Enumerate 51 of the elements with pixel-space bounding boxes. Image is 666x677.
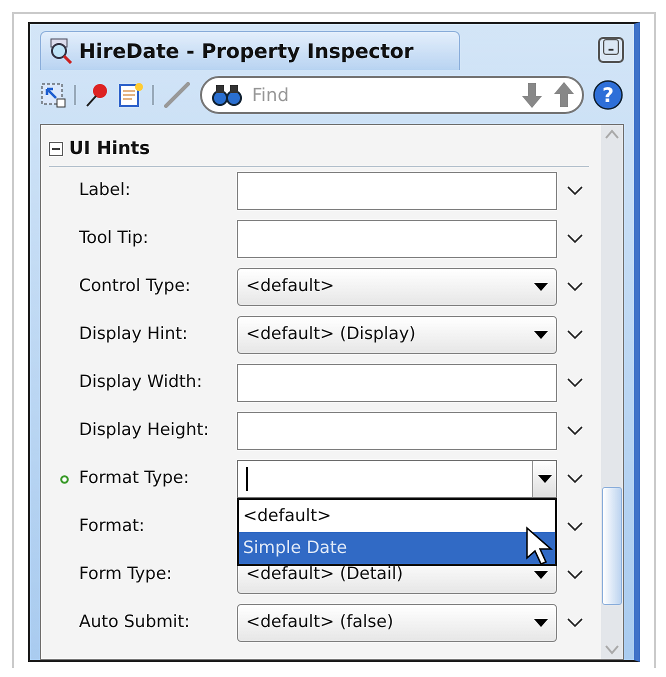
- window-title: HireDate - Property Inspector: [79, 38, 414, 64]
- help-icon[interactable]: ?: [592, 79, 624, 111]
- dropdown-field[interactable]: <default> (Display): [237, 316, 557, 354]
- chevron-down-icon[interactable]: [567, 474, 583, 484]
- dropdown-field[interactable]: <default> (false): [237, 604, 557, 642]
- dropdown-arrow-icon: [534, 331, 548, 339]
- modified-dot-icon: [60, 474, 68, 484]
- property-label: Format:: [79, 515, 146, 538]
- dropdown-arrow-icon: [534, 571, 548, 579]
- chevron-down-icon[interactable]: [567, 186, 583, 196]
- scrollbar-thumb[interactable]: [602, 487, 622, 605]
- property-label: Format Type:: [79, 467, 190, 490]
- chevron-down-icon[interactable]: [567, 330, 583, 340]
- property-label: Display Height:: [79, 419, 210, 442]
- find-field[interactable]: Find: [200, 76, 584, 114]
- edit-document-icon[interactable]: [118, 82, 144, 108]
- chevron-down-icon[interactable]: [567, 618, 583, 628]
- minimize-button[interactable]: [598, 37, 624, 63]
- property-label: Auto Submit:: [79, 611, 191, 634]
- property-label: Display Width:: [79, 371, 204, 394]
- text-field[interactable]: [237, 220, 557, 258]
- section-title: UI Hints: [69, 137, 150, 161]
- property-label: Display Hint:: [79, 323, 189, 346]
- property-label: Control Type:: [79, 275, 192, 298]
- dropdown-arrow-icon: [534, 283, 548, 291]
- dropdown-arrow-icon: [534, 619, 548, 627]
- property-label: Label:: [79, 179, 132, 202]
- chevron-down-icon[interactable]: [567, 426, 583, 436]
- binoculars-icon: [212, 83, 242, 107]
- chevron-down-icon[interactable]: [567, 282, 583, 292]
- dropdown-field[interactable]: <default>: [237, 268, 557, 306]
- combo-box[interactable]: [237, 460, 557, 498]
- chevron-down-icon[interactable]: [567, 234, 583, 244]
- arrow-up-icon[interactable]: [552, 81, 576, 109]
- arrow-down-icon[interactable]: [520, 81, 544, 109]
- text-field[interactable]: [237, 412, 557, 450]
- property-label: Form Type:: [79, 563, 174, 586]
- collapse-icon[interactable]: [49, 142, 63, 156]
- pin-icon[interactable]: [84, 82, 110, 108]
- property-label: Tool Tip:: [79, 227, 150, 250]
- window-title-tab[interactable]: HireDate - Property Inspector: [40, 30, 460, 70]
- scrollbar[interactable]: [601, 125, 623, 659]
- text-field[interactable]: [237, 172, 557, 210]
- chevron-down-icon[interactable]: [567, 378, 583, 388]
- dropdown-arrow-icon: [538, 475, 552, 483]
- select-icon[interactable]: [40, 82, 66, 108]
- chevron-down-icon[interactable]: [567, 522, 583, 532]
- magnifier-icon: [49, 38, 75, 64]
- dropdown-option[interactable]: <default>: [239, 500, 555, 532]
- chevron-down-icon[interactable]: [567, 570, 583, 580]
- text-field[interactable]: [237, 364, 557, 402]
